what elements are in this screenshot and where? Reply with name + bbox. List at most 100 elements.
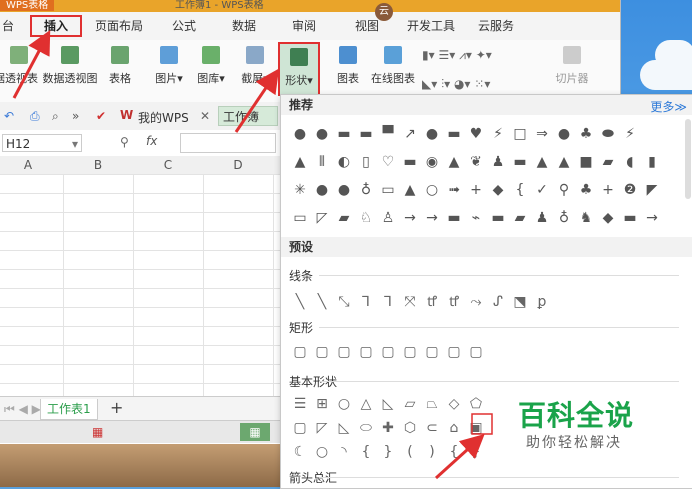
shape-option[interactable]: ◉ <box>421 151 443 173</box>
tab-home[interactable]: 台 <box>2 17 14 34</box>
chart-button[interactable]: 图表 <box>332 46 364 86</box>
area-chart-icon[interactable]: ◣▾ <box>422 77 437 91</box>
shape-option[interactable]: ▲ <box>399 179 421 201</box>
shape-option[interactable]: ◝ <box>333 441 355 463</box>
picture-button[interactable]: 图片▾ <box>150 46 188 86</box>
shape-option[interactable]: ☾ <box>289 441 311 463</box>
shape-option[interactable]: ⤡ <box>333 291 355 313</box>
shape-option[interactable]: { <box>355 441 377 463</box>
shape-option[interactable]: ♁ <box>553 207 575 229</box>
shape-option[interactable]: ♥ <box>465 123 487 145</box>
workbook-tab[interactable]: 工作簿 <box>218 106 278 126</box>
shape-option[interactable]: ▬ <box>487 207 509 229</box>
tab-page-layout[interactable]: 页面布局 <box>95 17 143 34</box>
shape-option[interactable]: ❷ <box>619 179 641 201</box>
shape-option[interactable]: ▬ <box>443 207 465 229</box>
close-tab-icon[interactable]: ✕ <box>200 109 210 123</box>
print-preview-icon[interactable]: ⌕ <box>52 109 59 124</box>
shape-option[interactable]: } <box>465 441 487 463</box>
shape-option[interactable]: ꝷ <box>443 291 465 313</box>
rectangle-shape-row[interactable]: ▢ ▢ ▢ ▢ ▢ ▢ ▢ ▢ ▢ <box>289 341 487 363</box>
more-link[interactable]: 更多≫ <box>650 97 687 117</box>
tab-review[interactable]: 审阅 <box>292 17 316 34</box>
name-box[interactable]: H12 ▾ <box>2 134 82 152</box>
shape-option[interactable]: ♘ <box>355 207 377 229</box>
shape-option[interactable]: } <box>377 441 399 463</box>
shape-option[interactable]: ● <box>553 123 575 145</box>
shape-option[interactable]: ⬔ <box>509 291 531 313</box>
add-sheet-button[interactable]: + <box>110 398 123 417</box>
stock-chart-icon[interactable]: ⫶▾ <box>441 77 450 91</box>
shape-option[interactable]: ♞ <box>575 207 597 229</box>
shape-option[interactable]: ▢ <box>421 341 443 363</box>
cell-grid[interactable] <box>0 174 280 396</box>
chevron-down-icon[interactable]: ▾ <box>72 135 78 153</box>
shape-option[interactable]: → <box>641 207 663 229</box>
shape-option[interactable]: ▲ <box>553 151 575 173</box>
shape-option[interactable]: + <box>465 179 487 201</box>
basic-shape-row[interactable]: ☾ ○ ◝{}(){} <box>289 441 487 463</box>
sheet-tab[interactable]: 工作表1 <box>40 399 98 420</box>
shape-option[interactable]: ▢ <box>333 341 355 363</box>
slicer-button[interactable]: 切片器 <box>552 46 592 86</box>
shape-option[interactable]: ❦ <box>465 151 487 173</box>
print-icon[interactable]: ⎙ <box>30 109 40 124</box>
shape-option[interactable]: ✳ <box>289 179 311 201</box>
shape-option[interactable]: ⅂ <box>377 291 399 313</box>
shape-option[interactable]: ▱ <box>399 393 421 415</box>
column-chart-icon[interactable]: ☰▾ <box>438 48 455 62</box>
undo-icon[interactable]: ↶ <box>4 109 14 123</box>
shape-option[interactable]: ⏢ <box>421 393 443 415</box>
shape-option[interactable]: ▢ <box>443 341 465 363</box>
shape-row[interactable]: ● ● ▬ ▬ ▀ ↗ ● ▬ ♥ ⚡ □ ⇒ ● ♣ ⬬ ⚡ <box>289 123 641 145</box>
shape-option[interactable]: ▭ <box>289 207 311 229</box>
shape-option[interactable]: ♟ <box>487 151 509 173</box>
shape-option[interactable]: ) <box>421 441 443 463</box>
tab-view[interactable]: 视图 <box>355 17 379 34</box>
shape-option[interactable]: ▬ <box>399 151 421 173</box>
my-wps-tab[interactable]: 我的WPS <box>138 109 189 126</box>
shape-option[interactable]: ▢ <box>289 341 311 363</box>
shape-option[interactable]: ○ <box>311 441 333 463</box>
shape-option[interactable]: ♟ <box>531 207 553 229</box>
shape-option[interactable]: ◸ <box>311 207 333 229</box>
screenshot-button[interactable]: 截屏▾ <box>236 46 274 86</box>
shape-option[interactable]: ▲ <box>531 151 553 173</box>
shape-option[interactable]: ↗ <box>399 123 421 145</box>
shape-option[interactable]: ⤳ <box>465 291 487 313</box>
user-avatar[interactable]: 云 <box>375 3 393 21</box>
shape-option[interactable]: ▲ <box>289 151 311 173</box>
shape-option[interactable]: ▭ <box>377 179 399 201</box>
shape-option[interactable]: ▢ <box>289 417 311 439</box>
shape-option[interactable]: ◸ <box>311 417 333 439</box>
shape-option[interactable]: ● <box>289 123 311 145</box>
shape-option[interactable]: ( <box>399 441 421 463</box>
line-shape-row[interactable]: ╲ ╲ ⤡ ⅂ ⅂ ⤧ ꝷ ꝷ ⤳ ᔑ ⬔ ꝑ <box>289 291 553 313</box>
shape-option[interactable]: ⊂ <box>421 417 443 439</box>
calendar-icon[interactable]: ▦ <box>92 425 103 439</box>
tab-insert[interactable]: 插入 <box>30 15 82 37</box>
shape-option[interactable]: ᔑ <box>487 291 509 313</box>
shape-option[interactable]: ꝷ <box>421 291 443 313</box>
basic-shape-row[interactable]: ▢ ◸ ◺ ⬭ ✚ ⬡ ⊂ ⌂ ▣ <box>289 417 487 439</box>
line-chart-icon[interactable]: ⩘▾ <box>459 48 472 62</box>
shape-option[interactable]: ⦀ <box>311 151 333 173</box>
shape-option[interactable]: ▢ <box>377 341 399 363</box>
shape-option[interactable]: ▰ <box>597 151 619 173</box>
shape-option[interactable]: ■ <box>575 151 597 173</box>
shape-option[interactable]: ▢ <box>355 341 377 363</box>
shape-option[interactable]: → <box>421 207 443 229</box>
shape-option[interactable]: △ <box>355 393 377 415</box>
shape-option[interactable]: + <box>597 179 619 201</box>
shape-option[interactable]: ✚ <box>377 417 399 439</box>
shape-option[interactable]: ▢ <box>465 341 487 363</box>
column-header[interactable]: A <box>0 158 63 172</box>
panel-scrollbar[interactable] <box>685 119 691 199</box>
shape-option[interactable]: ◺ <box>377 393 399 415</box>
shape-option[interactable]: ▀ <box>377 123 399 145</box>
shape-option[interactable]: ▬ <box>355 123 377 145</box>
column-header[interactable]: C <box>133 158 203 172</box>
tab-data[interactable]: 数据 <box>232 17 256 34</box>
shape-option[interactable]: ♣ <box>575 123 597 145</box>
pivot-table-button[interactable]: 数据透视表 <box>0 46 38 86</box>
